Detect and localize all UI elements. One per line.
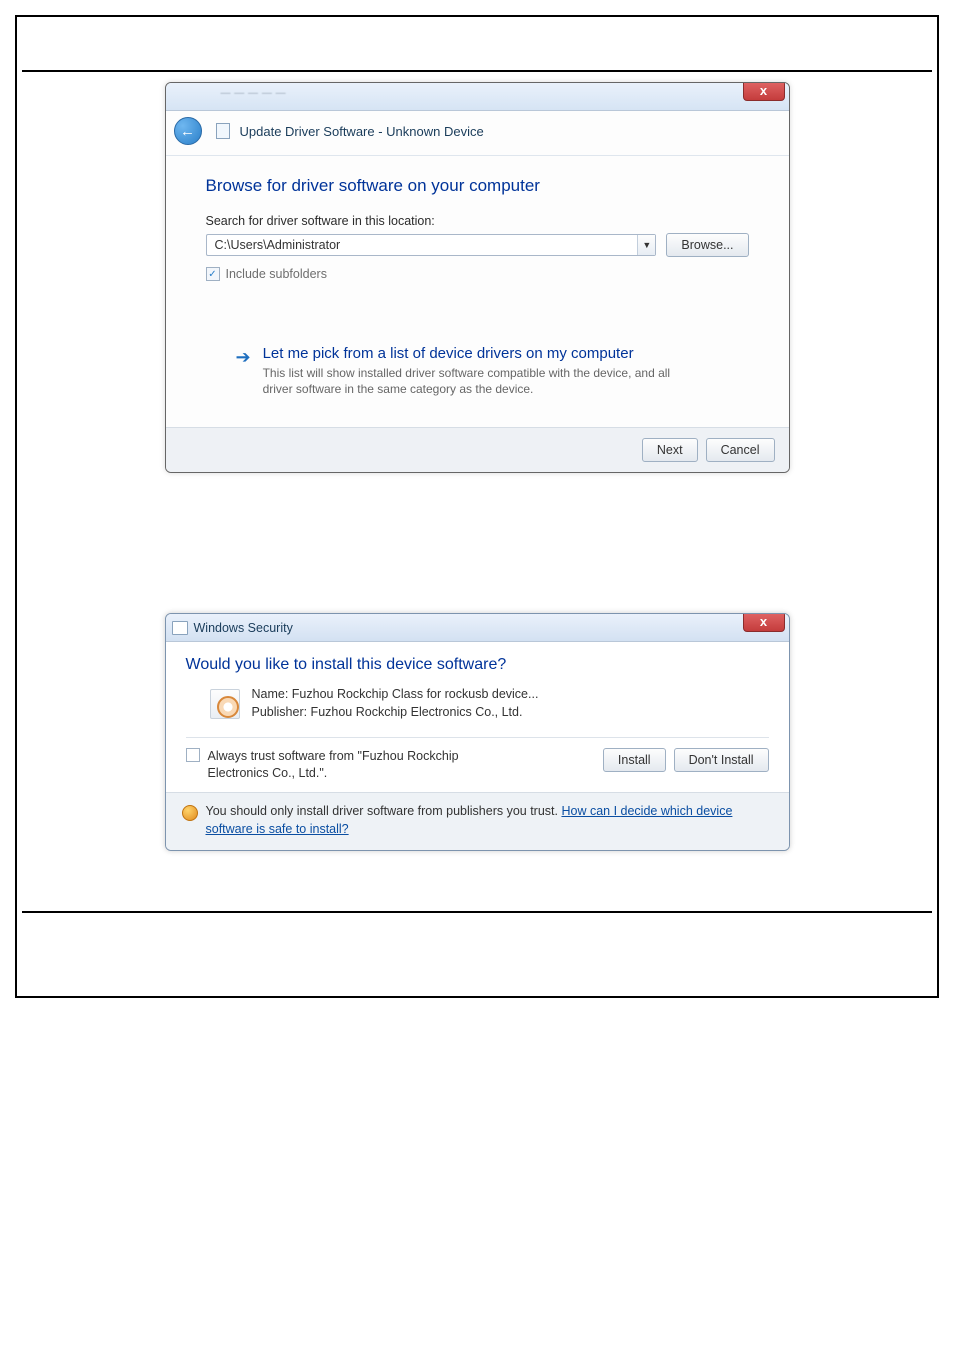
security-footer-note: You should only install driver software …	[166, 792, 789, 850]
next-button[interactable]: Next	[642, 438, 698, 462]
wizard-title: Update Driver Software - Unknown Device	[240, 124, 484, 139]
separator	[186, 737, 769, 738]
parent-window-blur-text: — — — — —	[221, 88, 287, 99]
path-combobox[interactable]: ▼	[206, 234, 657, 256]
search-location-label: Search for driver software in this locat…	[206, 214, 749, 228]
page-footer-bar	[22, 911, 932, 951]
browse-button[interactable]: Browse...	[666, 233, 748, 257]
pick-from-list-command-link[interactable]: ➔ Let me pick from a list of device driv…	[206, 341, 749, 421]
shield-warning-icon	[182, 805, 198, 821]
always-trust-checkbox[interactable]	[186, 748, 200, 762]
footer-note-text: You should only install driver software …	[206, 804, 562, 818]
parent-window-titlebar: — — — — — x	[166, 83, 789, 111]
driver-name-line: Name: Fuzhou Rockchip Class for rockusb …	[252, 686, 539, 704]
back-button[interactable]: ←	[174, 117, 202, 145]
update-driver-dialog: — — — — — x ← Update Driver Software - U…	[165, 82, 790, 473]
windows-security-dialog: Windows Security x Would you like to ins…	[165, 613, 790, 851]
close-button[interactable]: x	[743, 82, 785, 101]
cancel-button[interactable]: Cancel	[706, 438, 775, 462]
wizard-footer: Next Cancel	[166, 427, 789, 472]
dont-install-button[interactable]: Don't Install	[674, 748, 769, 772]
arrow-right-icon: ➔	[236, 347, 251, 397]
wizard-header: ← Update Driver Software - Unknown Devic…	[166, 111, 789, 156]
install-button[interactable]: Install	[603, 748, 666, 772]
include-subfolders-label: Include subfolders	[226, 267, 327, 281]
driver-disk-icon	[210, 689, 240, 719]
security-close-button[interactable]: x	[743, 613, 785, 632]
driver-publisher-line: Publisher: Fuzhou Rockchip Electronics C…	[252, 704, 539, 722]
page-header-bar	[22, 22, 932, 72]
main-instruction: Browse for driver software on your compu…	[206, 176, 749, 196]
driver-doc-icon	[216, 123, 230, 139]
system-dialog-icon	[172, 621, 188, 635]
path-dropdown-toggle[interactable]: ▼	[637, 235, 655, 255]
always-trust-label: Always trust software from "Fuzhou Rockc…	[208, 748, 508, 782]
command-link-description: This list will show installed driver sof…	[263, 365, 703, 397]
chevron-down-icon: ▼	[642, 240, 651, 250]
security-main-instruction: Would you like to install this device so…	[186, 656, 769, 674]
path-input[interactable]	[207, 235, 638, 255]
security-title: Windows Security	[194, 621, 293, 635]
include-subfolders-checkbox[interactable]: ✓	[206, 267, 220, 281]
back-arrow-icon: ←	[180, 123, 195, 140]
command-link-title: Let me pick from a list of device driver…	[263, 345, 703, 362]
check-icon: ✓	[208, 269, 216, 280]
security-titlebar: Windows Security x	[166, 614, 789, 642]
